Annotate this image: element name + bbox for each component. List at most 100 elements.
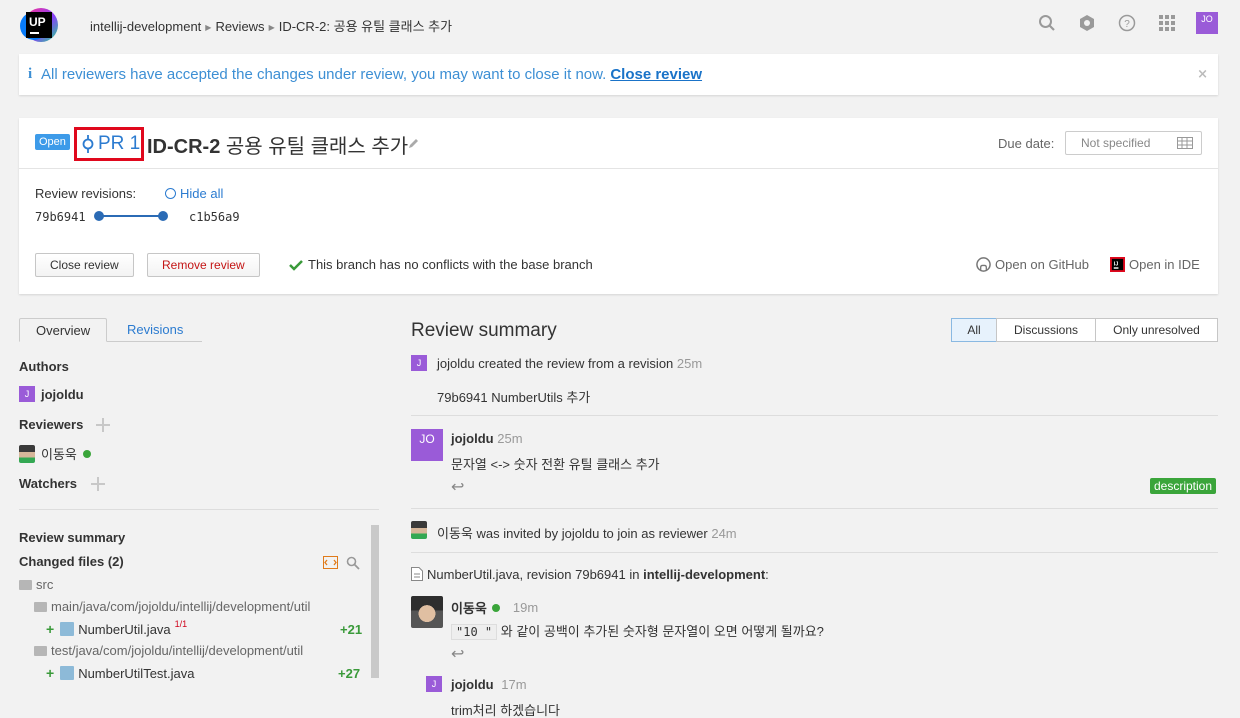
file-name: NumberUtil.java — [78, 621, 171, 637]
event-invited: 이동욱 was invited by jojoldu to join as re… — [437, 523, 737, 542]
tab-revisions[interactable]: Revisions — [111, 318, 199, 342]
hide-all-text: Hide all — [180, 186, 224, 201]
breadcrumb-current: ID-CR-2: 공용 유틸 클래스 추가 — [278, 19, 453, 34]
close-icon[interactable]: × — [1197, 67, 1208, 82]
discussion-suffix: : — [765, 567, 769, 582]
due-date-picker[interactable]: Not specified — [1065, 131, 1202, 155]
revision-end[interactable]: c1b56a9 — [189, 210, 240, 224]
add-reviewer-icon[interactable] — [96, 418, 110, 432]
sidebar-scrollbar[interactable] — [371, 525, 379, 678]
tab-overview[interactable]: Overview — [19, 318, 108, 342]
circle-icon — [165, 188, 176, 199]
folder-name: main/java/com/jojoldu/intellij/developme… — [51, 599, 311, 614]
edit-pencil-icon[interactable] — [408, 137, 420, 149]
comment-author[interactable]: 이동욱 — [451, 598, 487, 617]
added-file-icon: + — [46, 621, 55, 637]
review-summary-title: Review summary — [411, 320, 557, 341]
divider — [19, 509, 379, 510]
filter-unresolved-button[interactable]: Only unresolved — [1095, 318, 1218, 342]
discussion-file-header[interactable]: NumberUtil.java, revision 79b6941 in int… — [427, 567, 769, 582]
comment-author[interactable]: jojoldu — [451, 677, 494, 692]
tree-file-numberutiltest[interactable]: + NumberUtilTest.java — [46, 665, 195, 681]
tree-folder-main[interactable]: main/java/com/jojoldu/intellij/developme… — [34, 599, 310, 614]
added-lines-count: +21 — [340, 622, 363, 637]
avatar: J — [411, 355, 427, 371]
avatar: J — [19, 386, 35, 402]
filter-all-button[interactable]: All — [951, 318, 997, 342]
intellij-icon: IJ — [1110, 257, 1125, 272]
open-in-ide-text: Open in IDE — [1129, 257, 1200, 272]
added-lines-count: +27 — [338, 666, 361, 681]
review-title-text: 공용 유틸 클래스 추가 — [225, 136, 409, 158]
top-bar: UP intellij-development ▶ Reviews ▶ ID-CR-2:… — [0, 0, 1240, 48]
tree-file-numberutil[interactable]: + NumberUtil.java 1/1 — [46, 619, 187, 637]
folder-name: src — [36, 577, 54, 592]
author-name: jojoldu — [41, 386, 84, 402]
review-header-card: Open PR 1 ID-CR-2 공용 유틸 클래스 추가 Due date:… — [19, 118, 1218, 294]
comment-body: 와 같이 공백이 추가된 숫자형 문자열이 오면 어떻게 될까요? — [500, 624, 824, 639]
review-title: ID-CR-2 공용 유틸 클래스 추가 — [147, 130, 408, 159]
discussion-file: NumberUtil.java, revision 79b6941 in — [427, 567, 640, 582]
reviewers-label: Reviewers — [19, 417, 84, 432]
reviewer-item[interactable]: 이동욱 — [19, 444, 91, 463]
due-date-value: Not specified — [1081, 136, 1151, 150]
merge-status: This branch has no conflicts with the ba… — [289, 257, 593, 272]
breadcrumb: intellij-development ▶ Reviews ▶ ID-CR-2: 공용… — [90, 16, 452, 35]
filter-discussions-button[interactable]: Discussions — [996, 318, 1096, 342]
commit-link[interactable]: 79b6941 NumberUtils 추가 — [437, 387, 590, 406]
breadcrumb-project[interactable]: intellij-development — [90, 19, 201, 34]
sidebar-tabs: Overview Revisions — [19, 318, 202, 342]
upsource-logo[interactable]: UP — [18, 6, 58, 44]
calendar-icon — [1177, 137, 1193, 149]
divider — [411, 552, 1218, 553]
close-review-button[interactable]: Close review — [35, 253, 134, 277]
reply-icon[interactable]: ↩ — [451, 644, 464, 663]
added-file-icon: + — [46, 665, 55, 681]
info-banner: i All reviewers have accepted the change… — [19, 54, 1218, 95]
breadcrumb-reviews[interactable]: Reviews — [215, 19, 264, 34]
file-name: NumberUtilTest.java — [78, 665, 195, 681]
divider — [19, 168, 1218, 169]
pull-request-link[interactable]: PR 1 — [74, 127, 144, 161]
status-badge: Open — [35, 134, 70, 150]
online-status-icon — [491, 603, 500, 612]
remove-review-button[interactable]: Remove review — [147, 253, 260, 277]
github-icon — [976, 257, 991, 272]
revision-dot-end[interactable] — [158, 211, 168, 221]
comment-text: trim처리 하겠습니다 — [451, 703, 560, 718]
open-on-github-link[interactable]: Open on GitHub — [976, 257, 1089, 272]
divider — [411, 508, 1218, 509]
java-file-icon — [60, 666, 75, 680]
revision-start[interactable]: 79b6941 — [35, 210, 86, 224]
settings-gear-icon[interactable] — [1076, 12, 1098, 34]
comment-time: 19m — [512, 600, 539, 615]
folder-icon — [19, 579, 32, 590]
reviewer-name: 이동욱 — [41, 447, 77, 462]
review-summary-link[interactable]: Review summary — [19, 530, 125, 545]
due-date-label: Due date: — [998, 136, 1055, 151]
event-created: jojoldu created the review from a revisi… — [437, 356, 702, 371]
hide-all-link[interactable]: Hide all — [165, 186, 223, 201]
comment-time: 25m — [497, 431, 523, 446]
author-item[interactable]: J jojoldu — [19, 386, 84, 402]
breadcrumb-separator-icon: ▶ — [205, 23, 212, 32]
tree-folder-test[interactable]: test/java/com/jojoldu/intellij/developme… — [34, 643, 303, 658]
checkmark-icon — [289, 259, 303, 271]
search-files-icon[interactable] — [346, 556, 360, 570]
help-icon[interactable]: ? — [1116, 12, 1138, 34]
pull-request-icon — [82, 135, 94, 153]
reply-icon[interactable]: ↩ — [451, 477, 464, 496]
compare-icon[interactable] — [323, 556, 338, 569]
tree-folder-src[interactable]: src — [19, 577, 53, 592]
apps-grid-icon[interactable] — [1156, 12, 1178, 34]
comment-author[interactable]: jojoldu — [451, 431, 494, 446]
watchers-label: Watchers — [19, 476, 78, 491]
add-watcher-icon[interactable] — [91, 477, 105, 491]
changed-files-label: Changed files (2) — [19, 554, 124, 569]
close-review-link[interactable]: Close review — [610, 66, 702, 83]
comment-text: "10 " 와 같이 공백이 추가된 숫자형 문자열이 오면 어떻게 될까요? — [451, 621, 824, 640]
search-icon[interactable] — [1036, 12, 1058, 34]
banner-message: All reviewers have accepted the changes … — [41, 66, 702, 83]
open-in-ide-link[interactable]: IJ Open in IDE — [1110, 257, 1200, 272]
user-avatar[interactable]: JO — [1196, 12, 1218, 34]
